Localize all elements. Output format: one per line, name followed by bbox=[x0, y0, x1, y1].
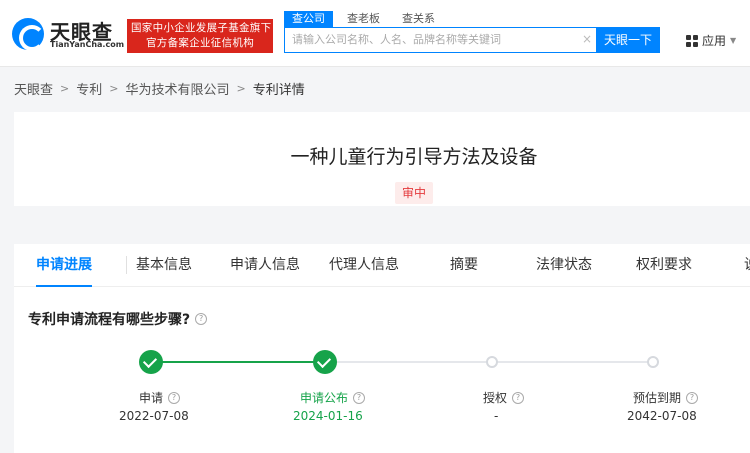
chevron-right-icon: > bbox=[60, 82, 70, 95]
help-icon[interactable]: ? bbox=[168, 391, 181, 404]
detail-tabs: 申请进展 基本信息 申请人信息 代理人信息 摘要 法律状态 权利要求 说 bbox=[14, 244, 750, 287]
breadcrumb-company[interactable]: 华为技术有限公司 bbox=[125, 79, 229, 98]
chevron-down-icon: ▼ bbox=[730, 36, 737, 45]
step-4-label-text: 预估到期 bbox=[633, 391, 682, 405]
search-tab-boss[interactable]: 查老板 bbox=[339, 11, 388, 27]
breadcrumb-home[interactable]: 天眼查 bbox=[14, 79, 53, 98]
step-3-label: 授权 ? bbox=[483, 389, 525, 406]
banner-line-2: 官方备案企业征信机构 bbox=[146, 37, 254, 49]
search-button[interactable]: 天眼一下 bbox=[596, 26, 660, 53]
tab-abstract[interactable]: 摘要 bbox=[450, 244, 478, 287]
help-icon[interactable]: ? bbox=[512, 391, 525, 404]
step-1-check-icon bbox=[139, 350, 163, 374]
section-title: 专利申请流程有哪些步骤? ? bbox=[28, 309, 208, 329]
tab-claims[interactable]: 权利要求 bbox=[636, 244, 692, 287]
step-4-label: 预估到期 ? bbox=[633, 389, 699, 406]
step-3-pending-dot bbox=[486, 356, 498, 368]
step-4-date: 2042-07-08 bbox=[627, 409, 697, 423]
tab-legal-status[interactable]: 法律状态 bbox=[536, 244, 592, 287]
tab-agent-info[interactable]: 代理人信息 bbox=[329, 244, 399, 287]
tab-progress[interactable]: 申请进展 bbox=[36, 244, 92, 287]
step-1-date: 2022-07-08 bbox=[119, 409, 189, 423]
breadcrumb-patent[interactable]: 专利 bbox=[76, 79, 102, 98]
tab-divider bbox=[126, 256, 127, 274]
chevron-right-icon: > bbox=[236, 82, 246, 95]
patent-detail-card: 申请进展 基本信息 申请人信息 代理人信息 摘要 法律状态 权利要求 说 专利申… bbox=[14, 244, 750, 453]
logo-subtitle: TianYanCha.com bbox=[50, 40, 125, 49]
step-1-label: 申请 ? bbox=[139, 389, 181, 406]
step-2-check-icon bbox=[313, 350, 337, 374]
breadcrumb: 天眼查 > 专利 > 华为技术有限公司 > 专利详情 bbox=[14, 79, 305, 98]
help-icon[interactable]: ? bbox=[353, 391, 366, 404]
official-banner: 国家中小企业发展子基金旗下 官方备案企业征信机构 bbox=[127, 19, 273, 53]
step-4-pending-dot bbox=[647, 356, 659, 368]
apps-label: 应用 bbox=[702, 34, 727, 48]
step-2-date: 2024-01-16 bbox=[293, 409, 363, 423]
section-title-text: 专利申请流程有哪些步骤? bbox=[28, 312, 191, 328]
patent-title: 一种儿童行为引导方法及设备 bbox=[290, 146, 538, 168]
step-3-label-text: 授权 bbox=[483, 391, 508, 405]
apps-grid-icon bbox=[686, 34, 698, 47]
banner-line-1: 国家中小企业发展子基金旗下 bbox=[131, 22, 272, 34]
apps-menu[interactable]: 应用 ▼ bbox=[686, 32, 736, 49]
logo-mark-icon bbox=[12, 18, 45, 51]
step-2-label: 申请公布 ? bbox=[300, 389, 366, 406]
search-type-tabs: 查公司 查老板 查关系 bbox=[284, 11, 449, 27]
top-header: 天眼查 TianYanCha.com 国家中小企业发展子基金旗下 官方备案企业征… bbox=[0, 0, 750, 67]
breadcrumb-current: 专利详情 bbox=[252, 83, 305, 98]
progress-track-done bbox=[151, 361, 325, 363]
search-tab-relation[interactable]: 查关系 bbox=[394, 11, 443, 27]
chevron-right-icon: > bbox=[109, 82, 119, 95]
clear-icon[interactable]: × bbox=[582, 32, 592, 46]
tab-applicant-info[interactable]: 申请人信息 bbox=[230, 244, 300, 287]
help-icon[interactable]: ? bbox=[195, 313, 208, 325]
tab-basic-info[interactable]: 基本信息 bbox=[136, 244, 192, 287]
tianyancha-logo[interactable]: 天眼查 TianYanCha.com bbox=[12, 16, 124, 52]
tab-more[interactable]: 说 bbox=[744, 244, 750, 287]
step-1-label-text: 申请 bbox=[139, 391, 164, 405]
search-box: × 天眼一下 bbox=[284, 26, 660, 53]
patent-title-card: 一种儿童行为引导方法及设备 审中 bbox=[14, 112, 750, 206]
step-3-date: - bbox=[494, 409, 499, 423]
step-2-label-text: 申请公布 bbox=[300, 391, 349, 405]
status-badge: 审中 bbox=[395, 182, 433, 204]
search-tab-company[interactable]: 查公司 bbox=[284, 11, 333, 27]
search-input[interactable] bbox=[285, 28, 585, 51]
help-icon[interactable]: ? bbox=[686, 391, 699, 404]
